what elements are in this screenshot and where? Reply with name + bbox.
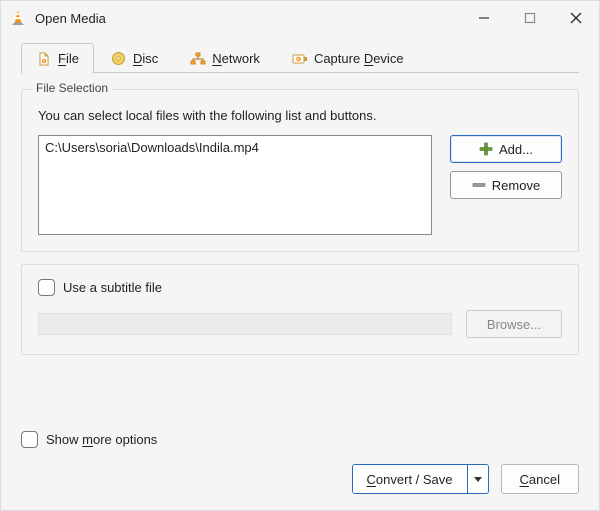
convert-save-dropdown[interactable] xyxy=(467,465,488,493)
dialog-body: File Disc xyxy=(1,35,599,431)
tab-network-label: Network xyxy=(212,51,260,66)
network-icon xyxy=(190,51,206,67)
file-icon xyxy=(36,51,52,67)
vlc-icon xyxy=(9,9,27,27)
tab-file-label: File xyxy=(58,51,79,66)
remove-button[interactable]: Remove xyxy=(450,171,562,199)
tab-disc[interactable]: Disc xyxy=(96,43,173,73)
subtitle-path-field xyxy=(38,313,452,335)
window-title: Open Media xyxy=(35,11,106,26)
tab-disc-label: Disc xyxy=(133,51,158,66)
dialog-bottom: Show more options Convert / Save Cancel xyxy=(1,431,599,510)
file-selection-group: File Selection You can select local file… xyxy=(21,89,579,252)
tabs: File Disc xyxy=(21,43,579,73)
close-button[interactable] xyxy=(553,1,599,35)
tab-file[interactable]: File xyxy=(21,43,94,74)
show-more-options-checkbox[interactable] xyxy=(21,431,38,448)
file-list-entry[interactable]: C:\Users\soria\Downloads\Indila.mp4 xyxy=(45,140,425,155)
tab-network[interactable]: Network xyxy=(175,43,275,73)
file-selection-hint: You can select local files with the foll… xyxy=(38,108,562,123)
tab-capture-label: Capture Device xyxy=(314,51,404,66)
disc-icon xyxy=(111,51,127,67)
titlebar: Open Media xyxy=(1,1,599,35)
subtitle-group: Use a subtitle file Browse... xyxy=(21,264,579,355)
browse-button-label: Browse... xyxy=(487,317,541,332)
convert-save-label[interactable]: Convert / Save xyxy=(353,465,467,493)
use-subtitle-label: Use a subtitle file xyxy=(63,280,162,295)
plus-icon xyxy=(479,142,493,156)
add-button[interactable]: Add... xyxy=(450,135,562,163)
use-subtitle-checkbox[interactable] xyxy=(38,279,55,296)
browse-button: Browse... xyxy=(466,310,562,338)
show-more-options-label: Show more options xyxy=(46,432,157,447)
add-button-label: Add... xyxy=(499,142,533,157)
minimize-button[interactable] xyxy=(461,1,507,35)
open-media-dialog: Open Media File xyxy=(0,0,600,511)
capture-device-icon xyxy=(292,51,308,67)
convert-save-button[interactable]: Convert / Save xyxy=(352,464,489,494)
cancel-button-label: Cancel xyxy=(520,472,560,487)
file-list[interactable]: C:\Users\soria\Downloads\Indila.mp4 xyxy=(38,135,432,235)
cancel-button[interactable]: Cancel xyxy=(501,464,579,494)
maximize-button[interactable] xyxy=(507,1,553,35)
minus-icon xyxy=(472,178,486,192)
tab-capture-device[interactable]: Capture Device xyxy=(277,43,419,73)
file-selection-legend: File Selection xyxy=(32,81,112,95)
remove-button-label: Remove xyxy=(492,178,540,193)
